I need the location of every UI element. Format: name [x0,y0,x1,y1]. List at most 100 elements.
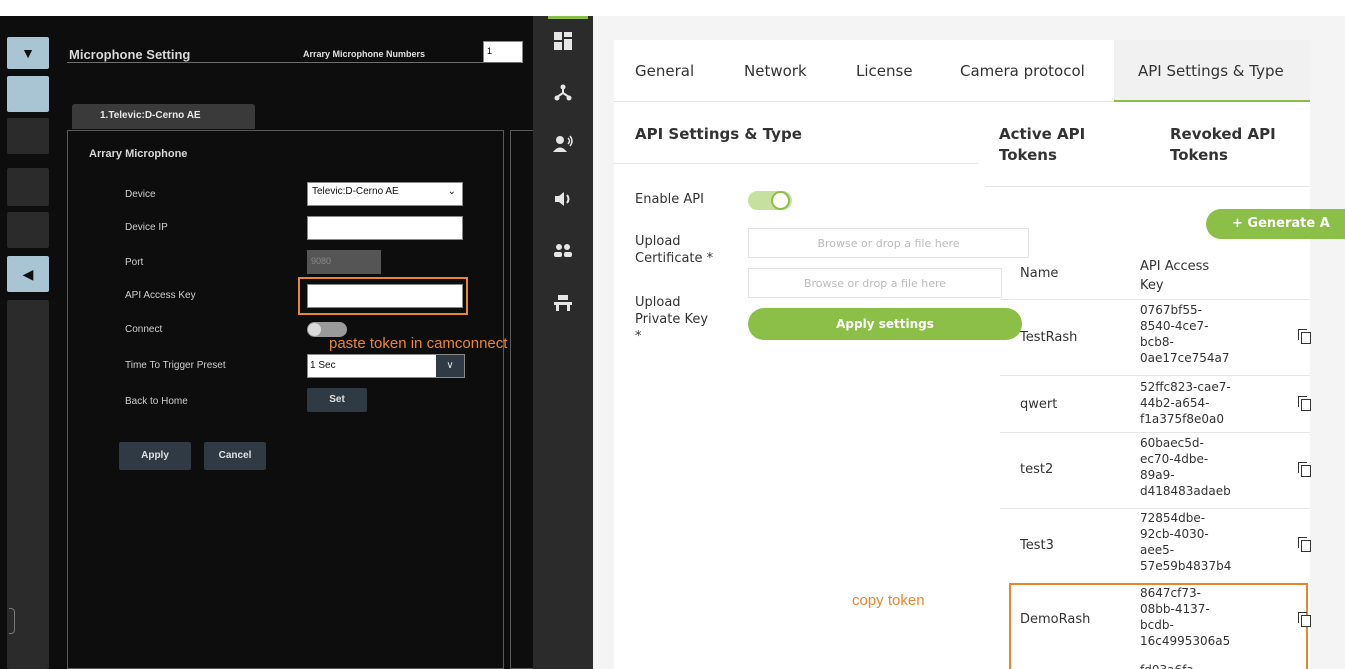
token-name: Test3 [1020,538,1054,553]
generate-token-button[interactable]: + Generate A [1206,209,1345,239]
device-select-value: Televic:D-Cerno AE [312,186,399,197]
conference-icon-svg [554,295,572,311]
mic-numbers-label: Arrary Microphone Numbers [303,49,426,59]
section-divider [614,163,978,164]
token-key[interactable]: 8647cf73- 08bb-4137- bcdb- 16c4995306a5 [1140,585,1230,649]
token-name: TestRash [1020,330,1078,345]
key-line: 8540-4ce7- [1140,319,1209,333]
toggle-knob [771,191,790,210]
key-line: 16c4995306a5 [1140,634,1231,648]
side-tab-3[interactable] [7,168,49,206]
device-ip-label: Device IP [125,222,168,233]
tokens-header-divider [985,186,1310,187]
key-line: 57e59b4837b4 [1140,559,1232,573]
users-icon[interactable] [533,238,593,268]
triangle-down-icon: ▼ [21,45,35,61]
collapse-button[interactable]: ▼ [7,37,49,69]
tab-camera-protocol[interactable]: Camera protocol [960,40,1085,102]
key-line: f1a375f8e0a0 [1140,412,1224,426]
token-key[interactable]: 60baec5d- ec70-4dbe- 89a9- d418483adaeb [1140,435,1231,499]
side-tab-1[interactable] [7,76,49,112]
chevron-down-icon: ⌄ [447,186,456,197]
mic-numbers-input[interactable]: 1 [483,41,523,63]
tab-general[interactable]: General [635,40,694,102]
trigger-label: Time To Trigger Preset [125,360,226,371]
name-column-header: Name [1020,266,1059,281]
key-line: d418483adaeb [1140,484,1231,498]
row-divider [1000,432,1310,433]
token-key-partial: fd03a6fa [1140,662,1194,669]
copy-icon[interactable] [1298,462,1311,477]
triangle-left-icon: ◀ [22,265,34,282]
volume-icon[interactable] [533,186,593,216]
device-ip-input[interactable] [307,216,463,240]
key-line: bcdb- [1140,618,1174,632]
key-line: 72854dbe- [1140,511,1206,525]
key-line: 52ffc823-cae7- [1140,380,1231,394]
enable-api-toggle[interactable] [748,191,792,210]
speaker-person-icon-svg [553,135,573,152]
key-line: ec70-4dbe- [1140,452,1209,466]
key-line: 92cb-4030- [1140,527,1209,541]
row-divider [1000,508,1310,509]
key-line: 44b2-a654- [1140,396,1210,410]
device-select[interactable]: Televic:D-Cerno AE ⌄ [307,182,463,206]
upload-key-dropzone[interactable]: Browse or drop a file here [748,268,1002,298]
copy-icon[interactable] [1298,329,1311,344]
key-line: aee5- [1140,543,1175,557]
tab-license[interactable]: License [856,40,913,102]
row-divider [1000,375,1310,376]
upload-cert-dropzone[interactable]: Browse or drop a file here [748,228,1029,258]
connect-label: Connect [125,324,163,335]
header-row-divider [1000,299,1310,300]
conference-icon[interactable] [533,291,593,321]
window-top-edge [0,0,1345,16]
upload-cert-label: Upload Certificate * [635,234,714,266]
paste-token-annotation: paste token in camconnect [329,335,508,352]
side-tab-2[interactable] [7,118,49,154]
key-line: 0ae17ce754a7 [1140,351,1230,365]
trigger-value: 1 Sec [310,360,336,371]
network-icon[interactable] [533,80,593,110]
header-divider [67,62,521,63]
api-key-label: API Access Key [125,290,196,301]
copy-token-annotation: copy token [852,592,925,609]
active-indicator [548,16,588,19]
back-home-label: Back to Home [125,396,188,407]
trigger-select[interactable]: 1 Sec ∨ [307,354,465,378]
api-key-input[interactable] [307,284,463,308]
upload-key-label: Upload Private Key * [635,295,709,344]
token-key[interactable]: 72854dbe- 92cb-4030- aee5- 57e59b4837b4 [1140,510,1231,574]
token-name: DemoRash [1020,612,1091,627]
device-label: Device [125,189,156,200]
chevron-down-icon: ∨ [436,355,464,377]
dashboard-icon-svg [554,32,572,50]
tab-revoked-tokens[interactable]: Revoked API Tokens [1170,124,1290,166]
speaker-person-icon[interactable] [533,132,593,162]
token-key[interactable]: 0767bf55- 8540-4ce7- bcb8- 0ae17ce754a7 [1140,302,1230,366]
port-input[interactable]: 9080 [307,250,381,274]
scroll-handle[interactable] [9,608,15,634]
side-box [510,130,533,669]
device-tab[interactable]: 1.Televic:D-Cerno AE [72,104,255,129]
token-key[interactable]: 52ffc823-cae7- 44b2-a654- f1a375f8e0a0 [1140,379,1231,427]
apply-button[interactable]: Apply [119,442,191,470]
cancel-button[interactable]: Cancel [204,442,266,470]
key-line: 8647cf73- [1140,586,1201,600]
side-tab-4[interactable] [7,212,49,248]
tab-active-tokens[interactable]: Active API Tokens [999,124,1109,166]
port-label: Port [125,257,144,268]
tab-network[interactable]: Network [744,40,807,102]
tab-api-settings[interactable]: API Settings & Type [1114,40,1310,102]
apply-settings-button[interactable]: Apply settings [748,308,1022,340]
key-line: bcb8- [1140,335,1174,349]
expand-button[interactable]: ◀ [7,256,49,292]
copy-icon[interactable] [1298,537,1311,552]
network-icon-svg [554,84,572,101]
set-button[interactable]: Set [307,388,367,412]
copy-icon[interactable] [1298,396,1311,411]
token-name: qwert [1020,397,1058,412]
section-title: Arrary Microphone [89,148,188,160]
copy-icon[interactable] [1298,612,1311,627]
dashboard-icon[interactable] [533,29,593,59]
